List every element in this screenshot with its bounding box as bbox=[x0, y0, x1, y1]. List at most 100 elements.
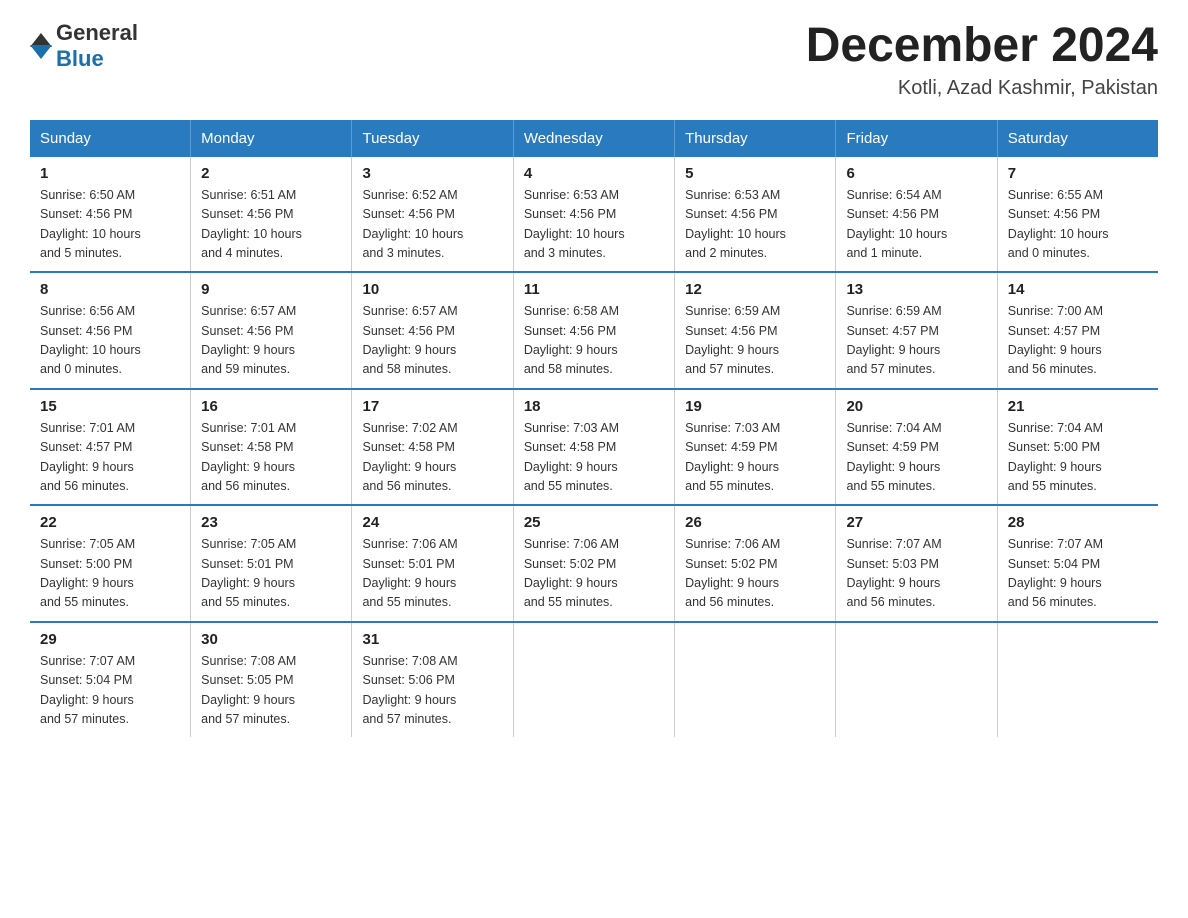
calendar-table: Sunday Monday Tuesday Wednesday Thursday… bbox=[30, 120, 1158, 738]
day-number: 14 bbox=[1008, 281, 1148, 298]
day-number: 18 bbox=[524, 398, 664, 415]
day-info: Sunrise: 7:04 AMSunset: 4:59 PMDaylight:… bbox=[846, 419, 986, 497]
logo-text-blue: Blue bbox=[56, 46, 104, 71]
day-number: 17 bbox=[362, 398, 502, 415]
day-info: Sunrise: 7:01 AMSunset: 4:58 PMDaylight:… bbox=[201, 419, 341, 497]
logo-triangle-top bbox=[30, 33, 52, 47]
day-number: 6 bbox=[846, 165, 986, 182]
day-number: 25 bbox=[524, 514, 664, 531]
day-number: 13 bbox=[846, 281, 986, 298]
calendar-cell: 5 Sunrise: 6:53 AMSunset: 4:56 PMDayligh… bbox=[675, 157, 836, 273]
day-info: Sunrise: 7:01 AMSunset: 4:57 PMDaylight:… bbox=[40, 419, 180, 497]
day-number: 5 bbox=[685, 165, 825, 182]
page-header: General Blue December 2024 Kotli, Azad K… bbox=[30, 20, 1158, 100]
day-info: Sunrise: 6:56 AMSunset: 4:56 PMDaylight:… bbox=[40, 302, 180, 380]
day-number: 9 bbox=[201, 281, 341, 298]
day-number: 16 bbox=[201, 398, 341, 415]
calendar-cell: 4 Sunrise: 6:53 AMSunset: 4:56 PMDayligh… bbox=[513, 157, 674, 273]
day-number: 8 bbox=[40, 281, 180, 298]
calendar-cell: 28 Sunrise: 7:07 AMSunset: 5:04 PMDaylig… bbox=[997, 505, 1158, 622]
day-number: 21 bbox=[1008, 398, 1148, 415]
calendar-cell bbox=[675, 622, 836, 738]
day-info: Sunrise: 6:59 AMSunset: 4:56 PMDaylight:… bbox=[685, 302, 825, 380]
calendar-cell: 2 Sunrise: 6:51 AMSunset: 4:56 PMDayligh… bbox=[191, 157, 352, 273]
header-tuesday: Tuesday bbox=[352, 120, 513, 157]
day-info: Sunrise: 6:57 AMSunset: 4:56 PMDaylight:… bbox=[201, 302, 341, 380]
title-section: December 2024 Kotli, Azad Kashmir, Pakis… bbox=[806, 20, 1158, 100]
day-number: 30 bbox=[201, 631, 341, 648]
day-info: Sunrise: 7:05 AMSunset: 5:01 PMDaylight:… bbox=[201, 535, 341, 613]
calendar-cell: 8 Sunrise: 6:56 AMSunset: 4:56 PMDayligh… bbox=[30, 272, 191, 389]
calendar-cell: 10 Sunrise: 6:57 AMSunset: 4:56 PMDaylig… bbox=[352, 272, 513, 389]
calendar-cell: 17 Sunrise: 7:02 AMSunset: 4:58 PMDaylig… bbox=[352, 389, 513, 506]
header-thursday: Thursday bbox=[675, 120, 836, 157]
header-sunday: Sunday bbox=[30, 120, 191, 157]
calendar-cell: 29 Sunrise: 7:07 AMSunset: 5:04 PMDaylig… bbox=[30, 622, 191, 738]
day-number: 15 bbox=[40, 398, 180, 415]
day-number: 10 bbox=[362, 281, 502, 298]
calendar-cell: 23 Sunrise: 7:05 AMSunset: 5:01 PMDaylig… bbox=[191, 505, 352, 622]
calendar-cell: 26 Sunrise: 7:06 AMSunset: 5:02 PMDaylig… bbox=[675, 505, 836, 622]
header-saturday: Saturday bbox=[997, 120, 1158, 157]
day-info: Sunrise: 7:08 AMSunset: 5:06 PMDaylight:… bbox=[362, 652, 502, 730]
calendar-cell: 13 Sunrise: 6:59 AMSunset: 4:57 PMDaylig… bbox=[836, 272, 997, 389]
day-number: 4 bbox=[524, 165, 664, 182]
header-friday: Friday bbox=[836, 120, 997, 157]
day-number: 26 bbox=[685, 514, 825, 531]
day-number: 2 bbox=[201, 165, 341, 182]
calendar-cell: 31 Sunrise: 7:08 AMSunset: 5:06 PMDaylig… bbox=[352, 622, 513, 738]
day-info: Sunrise: 6:54 AMSunset: 4:56 PMDaylight:… bbox=[846, 186, 986, 264]
calendar-cell: 6 Sunrise: 6:54 AMSunset: 4:56 PMDayligh… bbox=[836, 157, 997, 273]
logo-triangle-bottom bbox=[30, 45, 52, 59]
day-info: Sunrise: 7:00 AMSunset: 4:57 PMDaylight:… bbox=[1008, 302, 1148, 380]
calendar-cell: 27 Sunrise: 7:07 AMSunset: 5:03 PMDaylig… bbox=[836, 505, 997, 622]
day-info: Sunrise: 7:07 AMSunset: 5:03 PMDaylight:… bbox=[846, 535, 986, 613]
day-info: Sunrise: 7:02 AMSunset: 4:58 PMDaylight:… bbox=[362, 419, 502, 497]
day-number: 29 bbox=[40, 631, 180, 648]
calendar-cell: 11 Sunrise: 6:58 AMSunset: 4:56 PMDaylig… bbox=[513, 272, 674, 389]
day-number: 3 bbox=[362, 165, 502, 182]
calendar-cell: 3 Sunrise: 6:52 AMSunset: 4:56 PMDayligh… bbox=[352, 157, 513, 273]
day-info: Sunrise: 7:06 AMSunset: 5:02 PMDaylight:… bbox=[685, 535, 825, 613]
calendar-week-3: 15 Sunrise: 7:01 AMSunset: 4:57 PMDaylig… bbox=[30, 389, 1158, 506]
calendar-week-1: 1 Sunrise: 6:50 AMSunset: 4:56 PMDayligh… bbox=[30, 157, 1158, 273]
day-info: Sunrise: 6:58 AMSunset: 4:56 PMDaylight:… bbox=[524, 302, 664, 380]
calendar-cell: 12 Sunrise: 6:59 AMSunset: 4:56 PMDaylig… bbox=[675, 272, 836, 389]
calendar-week-5: 29 Sunrise: 7:07 AMSunset: 5:04 PMDaylig… bbox=[30, 622, 1158, 738]
main-title: December 2024 bbox=[806, 20, 1158, 73]
header-wednesday: Wednesday bbox=[513, 120, 674, 157]
logo-text-general: General bbox=[56, 20, 138, 45]
logo: General Blue bbox=[30, 20, 138, 72]
day-number: 7 bbox=[1008, 165, 1148, 182]
header-row: Sunday Monday Tuesday Wednesday Thursday… bbox=[30, 120, 1158, 157]
day-info: Sunrise: 7:07 AMSunset: 5:04 PMDaylight:… bbox=[1008, 535, 1148, 613]
day-info: Sunrise: 6:52 AMSunset: 4:56 PMDaylight:… bbox=[362, 186, 502, 264]
calendar-cell: 25 Sunrise: 7:06 AMSunset: 5:02 PMDaylig… bbox=[513, 505, 674, 622]
day-number: 1 bbox=[40, 165, 180, 182]
day-number: 27 bbox=[846, 514, 986, 531]
logo-text: General Blue bbox=[56, 20, 138, 72]
day-number: 12 bbox=[685, 281, 825, 298]
logo-icon bbox=[30, 33, 52, 59]
day-info: Sunrise: 6:53 AMSunset: 4:56 PMDaylight:… bbox=[524, 186, 664, 264]
day-info: Sunrise: 7:04 AMSunset: 5:00 PMDaylight:… bbox=[1008, 419, 1148, 497]
calendar-cell bbox=[513, 622, 674, 738]
day-number: 31 bbox=[362, 631, 502, 648]
day-info: Sunrise: 7:06 AMSunset: 5:01 PMDaylight:… bbox=[362, 535, 502, 613]
calendar-cell: 9 Sunrise: 6:57 AMSunset: 4:56 PMDayligh… bbox=[191, 272, 352, 389]
calendar-cell bbox=[997, 622, 1158, 738]
day-number: 28 bbox=[1008, 514, 1148, 531]
calendar-week-2: 8 Sunrise: 6:56 AMSunset: 4:56 PMDayligh… bbox=[30, 272, 1158, 389]
day-info: Sunrise: 6:57 AMSunset: 4:56 PMDaylight:… bbox=[362, 302, 502, 380]
day-info: Sunrise: 6:59 AMSunset: 4:57 PMDaylight:… bbox=[846, 302, 986, 380]
day-info: Sunrise: 7:07 AMSunset: 5:04 PMDaylight:… bbox=[40, 652, 180, 730]
calendar-cell: 20 Sunrise: 7:04 AMSunset: 4:59 PMDaylig… bbox=[836, 389, 997, 506]
calendar-cell: 22 Sunrise: 7:05 AMSunset: 5:00 PMDaylig… bbox=[30, 505, 191, 622]
day-number: 20 bbox=[846, 398, 986, 415]
day-info: Sunrise: 7:03 AMSunset: 4:59 PMDaylight:… bbox=[685, 419, 825, 497]
calendar-cell: 14 Sunrise: 7:00 AMSunset: 4:57 PMDaylig… bbox=[997, 272, 1158, 389]
day-info: Sunrise: 7:06 AMSunset: 5:02 PMDaylight:… bbox=[524, 535, 664, 613]
calendar-cell: 7 Sunrise: 6:55 AMSunset: 4:56 PMDayligh… bbox=[997, 157, 1158, 273]
day-number: 19 bbox=[685, 398, 825, 415]
calendar-cell: 24 Sunrise: 7:06 AMSunset: 5:01 PMDaylig… bbox=[352, 505, 513, 622]
